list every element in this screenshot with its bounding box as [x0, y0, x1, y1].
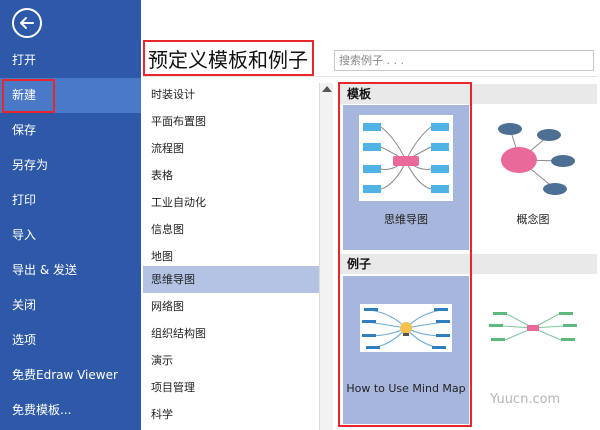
header-divider: [143, 76, 597, 77]
category-item[interactable]: 科学: [143, 401, 319, 428]
mind-map-example-2-thumbnail: [487, 306, 579, 350]
template-card-mind-map[interactable]: 思维导图: [343, 105, 469, 250]
category-item-mind-map[interactable]: 思维导图: [143, 266, 319, 293]
backstage-menu: 打开 新建 保存 另存为 打印 导入 导出 & 发送 关闭 选项 免费Edraw…: [0, 0, 141, 430]
category-item[interactable]: 组织结构图: [143, 320, 319, 347]
category-item[interactable]: 项目管理: [143, 374, 319, 401]
category-item[interactable]: 网络图: [143, 293, 319, 320]
search-input[interactable]: 搜索例子 . . .: [334, 50, 594, 71]
template-card-concept-map[interactable]: 概念图: [471, 105, 595, 250]
arrow-left-icon: [20, 17, 34, 29]
watermark-text: Yuucn.com: [490, 392, 561, 407]
templates-section-header: 模板: [339, 84, 597, 104]
menu-export-send[interactable]: 导出 & 发送: [0, 253, 141, 288]
category-item[interactable]: 演示: [143, 347, 319, 374]
menu-import[interactable]: 导入: [0, 218, 141, 253]
menu-new[interactable]: 新建: [0, 78, 141, 113]
category-item[interactable]: 信息图: [143, 216, 319, 243]
category-item[interactable]: 工业自动化: [143, 189, 319, 216]
category-item[interactable]: 时装设计: [143, 81, 319, 108]
category-scrollbar[interactable]: [319, 83, 333, 430]
back-button[interactable]: [12, 8, 42, 38]
page-title: 预定义模板和例子: [148, 48, 308, 72]
category-item[interactable]: 平面布置图: [143, 108, 319, 135]
mind-map-thumbnail: [359, 115, 453, 201]
menu-close[interactable]: 关闭: [0, 288, 141, 323]
concept-map-thumbnail: [485, 115, 581, 201]
example-card-how-to-use-mind-map[interactable]: How to Use Mind Map: [343, 276, 469, 424]
example-label: How to Use Mind Map: [346, 382, 466, 395]
category-list: 时装设计 平面布置图 流程图 表格 工业自动化 信息图 地图 思维导图 网络图 …: [143, 79, 319, 430]
scroll-up-icon[interactable]: [322, 86, 332, 92]
menu-free-viewer[interactable]: 免费Edraw Viewer: [0, 358, 141, 393]
menu-free-templates[interactable]: 免费模板...: [0, 393, 141, 428]
mind-map-example-thumbnail: [360, 304, 452, 352]
category-item[interactable]: 表格: [143, 162, 319, 189]
template-label: 概念图: [516, 213, 550, 226]
menu-save[interactable]: 保存: [0, 113, 141, 148]
examples-section-header: 例子: [339, 254, 597, 274]
menu-save-as[interactable]: 另存为: [0, 148, 141, 183]
menu-open[interactable]: 打开: [0, 43, 141, 78]
template-label: 思维导图: [384, 213, 428, 226]
menu-print[interactable]: 打印: [0, 183, 141, 218]
menu-options[interactable]: 选项: [0, 323, 141, 358]
category-item[interactable]: 流程图: [143, 135, 319, 162]
